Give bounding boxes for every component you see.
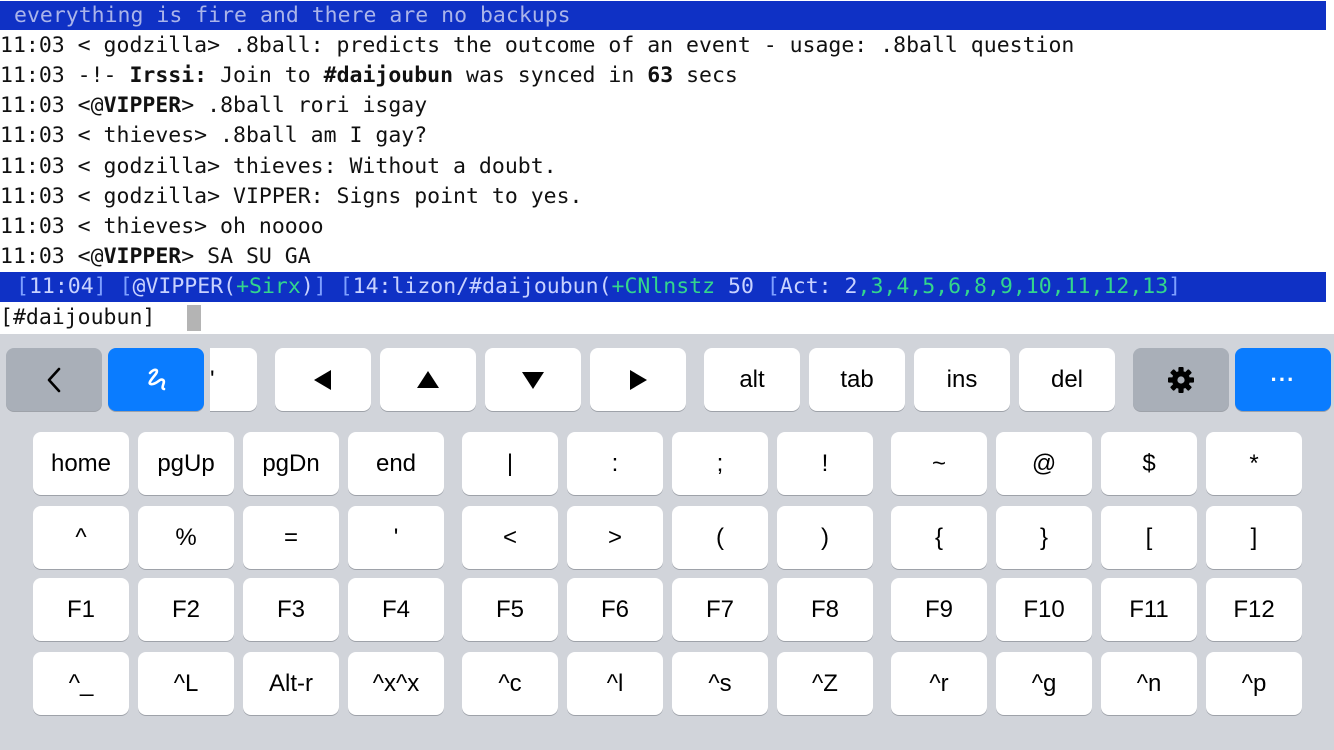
terminal[interactable]: everything is fire and there are no back… (0, 0, 1334, 334)
key-4-3[interactable]: Alt-r (243, 652, 339, 715)
key-4-2[interactable]: ^L (138, 652, 234, 715)
tab-key[interactable]: tab (809, 348, 905, 411)
key-3-10[interactable]: F10 (996, 578, 1092, 641)
key-2-2[interactable]: % (138, 506, 234, 569)
key-2-10[interactable]: } (996, 506, 1092, 569)
alt-key[interactable]: alt (704, 348, 800, 411)
key-1-2[interactable]: pgUp (138, 432, 234, 495)
key-3-8[interactable]: F8 (777, 578, 873, 641)
key-1-8[interactable]: ! (777, 432, 873, 495)
chat-line: 11:03 -!- Irssi: Join to #daijoubun was … (0, 63, 738, 88)
key-4-10[interactable]: ^g (996, 652, 1092, 715)
key-3-9[interactable]: F9 (891, 578, 987, 641)
left-arrow-key[interactable] (275, 348, 371, 411)
chat-line: 11:03 < godzilla> VIPPER: Signs point to… (0, 184, 583, 209)
key-1-5[interactable]: | (462, 432, 558, 495)
key-1-12[interactable]: * (1206, 432, 1302, 495)
more-key[interactable]: ··· (1235, 348, 1331, 411)
right-arrow-icon (628, 369, 648, 391)
chat-line: 11:03 < godzilla> .8ball: predicts the o… (0, 33, 1075, 58)
key-1-6[interactable]: : (567, 432, 663, 495)
back-key[interactable] (6, 348, 102, 411)
input-prompt[interactable]: [#daijoubun] (0, 303, 155, 333)
del-key[interactable]: del (1019, 348, 1115, 411)
key-3-4[interactable]: F4 (348, 578, 444, 641)
key-1-7[interactable]: ; (672, 432, 768, 495)
key-2-6[interactable]: > (567, 506, 663, 569)
partial-key[interactable]: ' (210, 348, 257, 411)
key-4-12[interactable]: ^p (1206, 652, 1302, 715)
up-arrow-key[interactable] (380, 348, 476, 411)
key-2-5[interactable]: < (462, 506, 558, 569)
status-bar: [11:04] [@VIPPER(+Sirx))] ] [14:lizon/#d… (0, 272, 1326, 302)
right-arrow-key[interactable] (590, 348, 686, 411)
key-4-8[interactable]: ^Z (777, 652, 873, 715)
key-4-4[interactable]: ^x^x (348, 652, 444, 715)
key-4-1[interactable]: ^_ (33, 652, 129, 715)
key-4-11[interactable]: ^n (1101, 652, 1197, 715)
key-4-5[interactable]: ^c (462, 652, 558, 715)
key-3-12[interactable]: F12 (1206, 578, 1302, 641)
chat-line: 11:03 < thieves> oh noooo (0, 214, 324, 239)
key-3-11[interactable]: F11 (1101, 578, 1197, 641)
key-3-2[interactable]: F2 (138, 578, 234, 641)
topic-bar: everything is fire and there are no back… (0, 1, 1326, 30)
key-3-1[interactable]: F1 (33, 578, 129, 641)
scribble-icon (141, 365, 171, 395)
chat-line: 11:03 < godzilla> thieves: Without a dou… (0, 154, 557, 179)
key-2-7[interactable]: ( (672, 506, 768, 569)
chat-line: 11:03 <@VIPPER> .8ball rori isgay (0, 93, 428, 118)
key-1-4[interactable]: end (348, 432, 444, 495)
down-arrow-key[interactable] (485, 348, 581, 411)
key-4-6[interactable]: ^l (567, 652, 663, 715)
key-2-9[interactable]: { (891, 506, 987, 569)
key-2-1[interactable]: ^ (33, 506, 129, 569)
text-cursor (187, 305, 201, 331)
key-3-6[interactable]: F6 (567, 578, 663, 641)
ins-key[interactable]: ins (914, 348, 1010, 411)
key-3-3[interactable]: F3 (243, 578, 339, 641)
key-2-12[interactable]: ] (1206, 506, 1302, 569)
key-1-1[interactable]: home (33, 432, 129, 495)
key-1-10[interactable]: @ (996, 432, 1092, 495)
key-2-11[interactable]: [ (1101, 506, 1197, 569)
keyboard: ' alt tab ins del ··· home pgUp pgDn end… (0, 334, 1334, 750)
key-1-3[interactable]: pgDn (243, 432, 339, 495)
chat-line: 11:03 <@VIPPER> SA SU GA (0, 244, 311, 269)
down-arrow-icon (521, 370, 545, 390)
key-4-7[interactable]: ^s (672, 652, 768, 715)
key-3-5[interactable]: F5 (462, 578, 558, 641)
key-1-11[interactable]: $ (1101, 432, 1197, 495)
key-3-7[interactable]: F7 (672, 578, 768, 641)
key-1-9[interactable]: ~ (891, 432, 987, 495)
key-2-4[interactable]: ' (348, 506, 444, 569)
left-arrow-icon (313, 369, 333, 391)
settings-key[interactable] (1133, 348, 1229, 411)
chevron-left-icon (46, 367, 62, 393)
key-4-9[interactable]: ^r (891, 652, 987, 715)
key-2-8[interactable]: ) (777, 506, 873, 569)
key-2-3[interactable]: = (243, 506, 339, 569)
scribble-key[interactable] (108, 348, 204, 411)
up-arrow-icon (416, 370, 440, 390)
gear-icon (1167, 366, 1195, 394)
chat-line: 11:03 < thieves> .8ball am I gay? (0, 123, 428, 148)
key-label: ' (210, 365, 215, 393)
